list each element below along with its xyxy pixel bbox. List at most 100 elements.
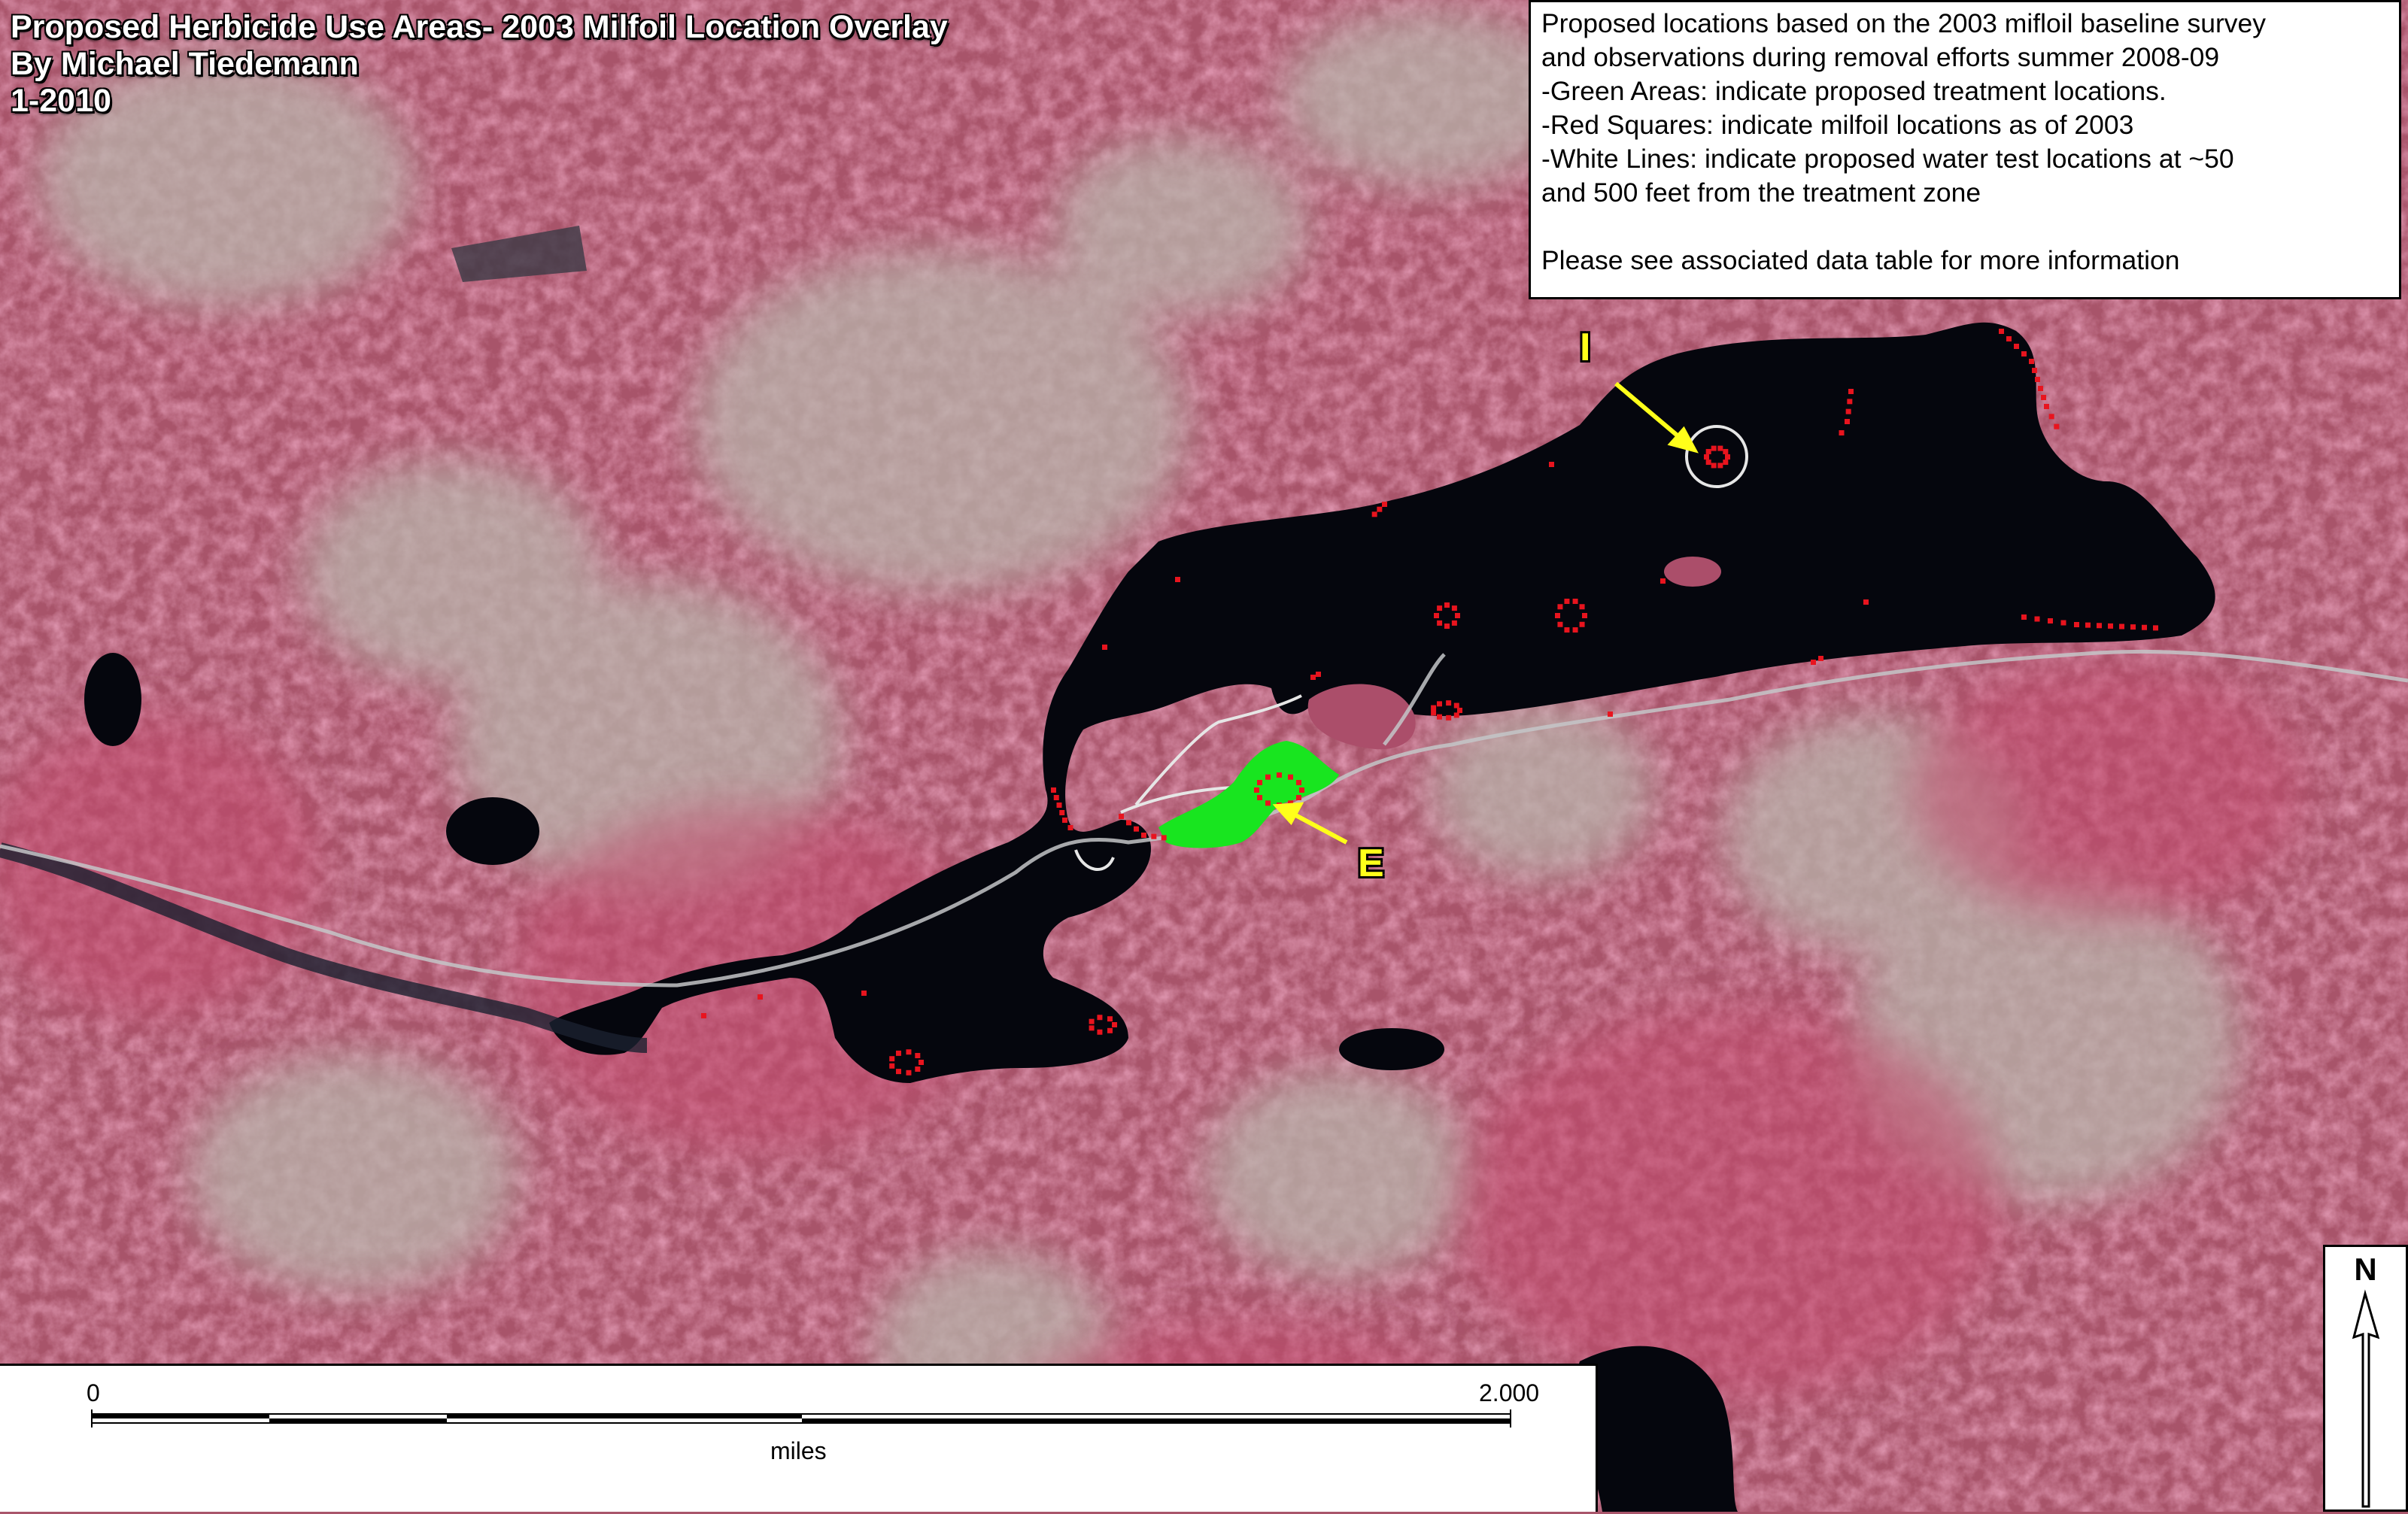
milfoil-marker (1555, 613, 1560, 618)
map-title-line-1: Proposed Herbicide Use Areas- 2003 Milfo… (11, 9, 948, 45)
site-label-E: E (1358, 842, 1384, 885)
map-author-line: By Michael Tiedemann (11, 46, 359, 82)
milfoil-marker (1053, 795, 1059, 800)
milfoil-marker (1557, 621, 1563, 627)
milfoil-marker (1818, 656, 1823, 661)
milfoil-marker (1277, 772, 1282, 778)
legend-line-2: and observations during removal efforts … (1541, 42, 2220, 72)
milfoil-marker (1572, 598, 1578, 604)
site-label-I: I (1580, 326, 1591, 369)
milfoil-marker (1257, 780, 1263, 785)
milfoil-marker (1839, 430, 1845, 435)
milfoil-marker (1999, 329, 2004, 334)
milfoil-marker (1845, 419, 1850, 424)
milfoil-marker (1062, 818, 1067, 823)
milfoil-marker (1437, 620, 1443, 626)
milfoil-marker (1382, 502, 1387, 507)
milfoil-marker (2060, 620, 2066, 626)
milfoil-marker (2021, 351, 2027, 357)
milfoil-marker (1717, 445, 1723, 451)
milfoil-marker (906, 1070, 912, 1076)
milfoil-marker (1097, 1015, 1103, 1021)
milfoil-marker (896, 1069, 901, 1075)
milfoil-marker (1845, 408, 1851, 414)
milfoil-marker (1257, 795, 1263, 800)
north-arrow: N (2323, 1245, 2408, 1512)
milfoil-marker (1549, 462, 1554, 467)
milfoil-marker (2074, 622, 2079, 627)
milfoil-marker (1059, 810, 1065, 815)
milfoil-marker (1161, 835, 1167, 841)
milfoil-marker (2108, 623, 2113, 629)
milfoil-marker (1151, 833, 1157, 839)
milfoil-marker (1119, 814, 1124, 819)
milfoil-marker (2048, 618, 2053, 624)
milfoil-marker (1067, 825, 1073, 830)
milfoil-marker (1431, 710, 1437, 716)
milfoil-marker (758, 994, 763, 1000)
milfoil-marker (2041, 395, 2046, 400)
milfoil-marker (2130, 624, 2136, 630)
milfoil-marker (1175, 577, 1180, 582)
milfoil-marker (906, 1049, 912, 1055)
milfoil-marker (1725, 454, 1730, 460)
milfoil-marker (1848, 389, 1854, 394)
milfoil-marker (1564, 627, 1570, 633)
milfoil-marker (1446, 700, 1452, 706)
milfoil-marker (1453, 712, 1459, 718)
scale-bar: 0 2.000 miles (0, 1364, 1598, 1512)
milfoil-marker (2097, 623, 2102, 629)
milfoil-marker (2038, 386, 2043, 391)
milfoil-marker (1437, 714, 1442, 720)
milfoil-marker (1437, 605, 1443, 611)
legend-line-green-areas: -Green Areas: indicate proposed treatmen… (1541, 76, 2167, 106)
milfoil-marker (1288, 774, 1293, 780)
map-title: Proposed Herbicide Use Areas- 2003 Milfo… (11, 9, 948, 120)
milfoil-marker (1451, 605, 1457, 611)
milfoil-marker (896, 1050, 901, 1056)
milfoil-marker (1107, 1016, 1113, 1022)
milfoil-marker (1660, 578, 1666, 584)
milfoil-marker (1457, 708, 1462, 713)
legend-line-white-lines-cont: and 500 feet from the treatment zone (1541, 177, 1981, 208)
small-pond-south (1339, 1028, 1444, 1070)
milfoil-marker (1847, 399, 1853, 405)
milfoil-marker (1295, 795, 1301, 800)
milfoil-marker (701, 1013, 706, 1018)
legend-spacer (1541, 210, 2388, 244)
milfoil-marker (1089, 1018, 1095, 1024)
milfoil-marker (1711, 463, 1717, 469)
map-date-line: 1-2010 (11, 83, 111, 119)
milfoil-marker (1557, 604, 1563, 610)
milfoil-marker (1265, 774, 1271, 780)
milfoil-marker (1112, 1022, 1117, 1027)
milfoil-marker (1265, 800, 1271, 806)
milfoil-marker (1444, 624, 1450, 629)
milfoil-marker (1437, 701, 1442, 707)
scale-unit-label: miles (770, 1437, 827, 1464)
milfoil-marker (1455, 613, 1460, 618)
milfoil-marker (1811, 660, 1816, 665)
milfoil-marker (1097, 1029, 1103, 1035)
legend-box: Proposed locations based on the 2003 mif… (1529, 0, 2401, 299)
milfoil-marker (2054, 423, 2060, 429)
milfoil-marker (1126, 820, 1131, 826)
milfoil-marker (915, 1053, 921, 1059)
milfoil-marker (1705, 448, 1711, 454)
legend-line-1: Proposed locations based on the 2003 mif… (1541, 8, 2267, 38)
milfoil-marker (889, 1063, 895, 1069)
milfoil-marker (1711, 445, 1717, 451)
milfoil-marker (1141, 833, 1146, 838)
milfoil-marker (2044, 404, 2049, 409)
legend-line-white-lines: -White Lines: indicate proposed water te… (1541, 144, 2234, 174)
milfoil-marker (2021, 614, 2027, 620)
small-pond-west (84, 653, 141, 746)
milfoil-marker (1295, 780, 1301, 785)
milfoil-marker (1107, 1027, 1113, 1033)
milfoil-marker (1572, 627, 1578, 633)
milfoil-marker (1051, 787, 1056, 793)
milfoil-marker (1705, 460, 1711, 466)
milfoil-marker (1863, 599, 1869, 605)
milfoil-marker (1102, 645, 1107, 650)
milfoil-marker (2153, 625, 2158, 631)
